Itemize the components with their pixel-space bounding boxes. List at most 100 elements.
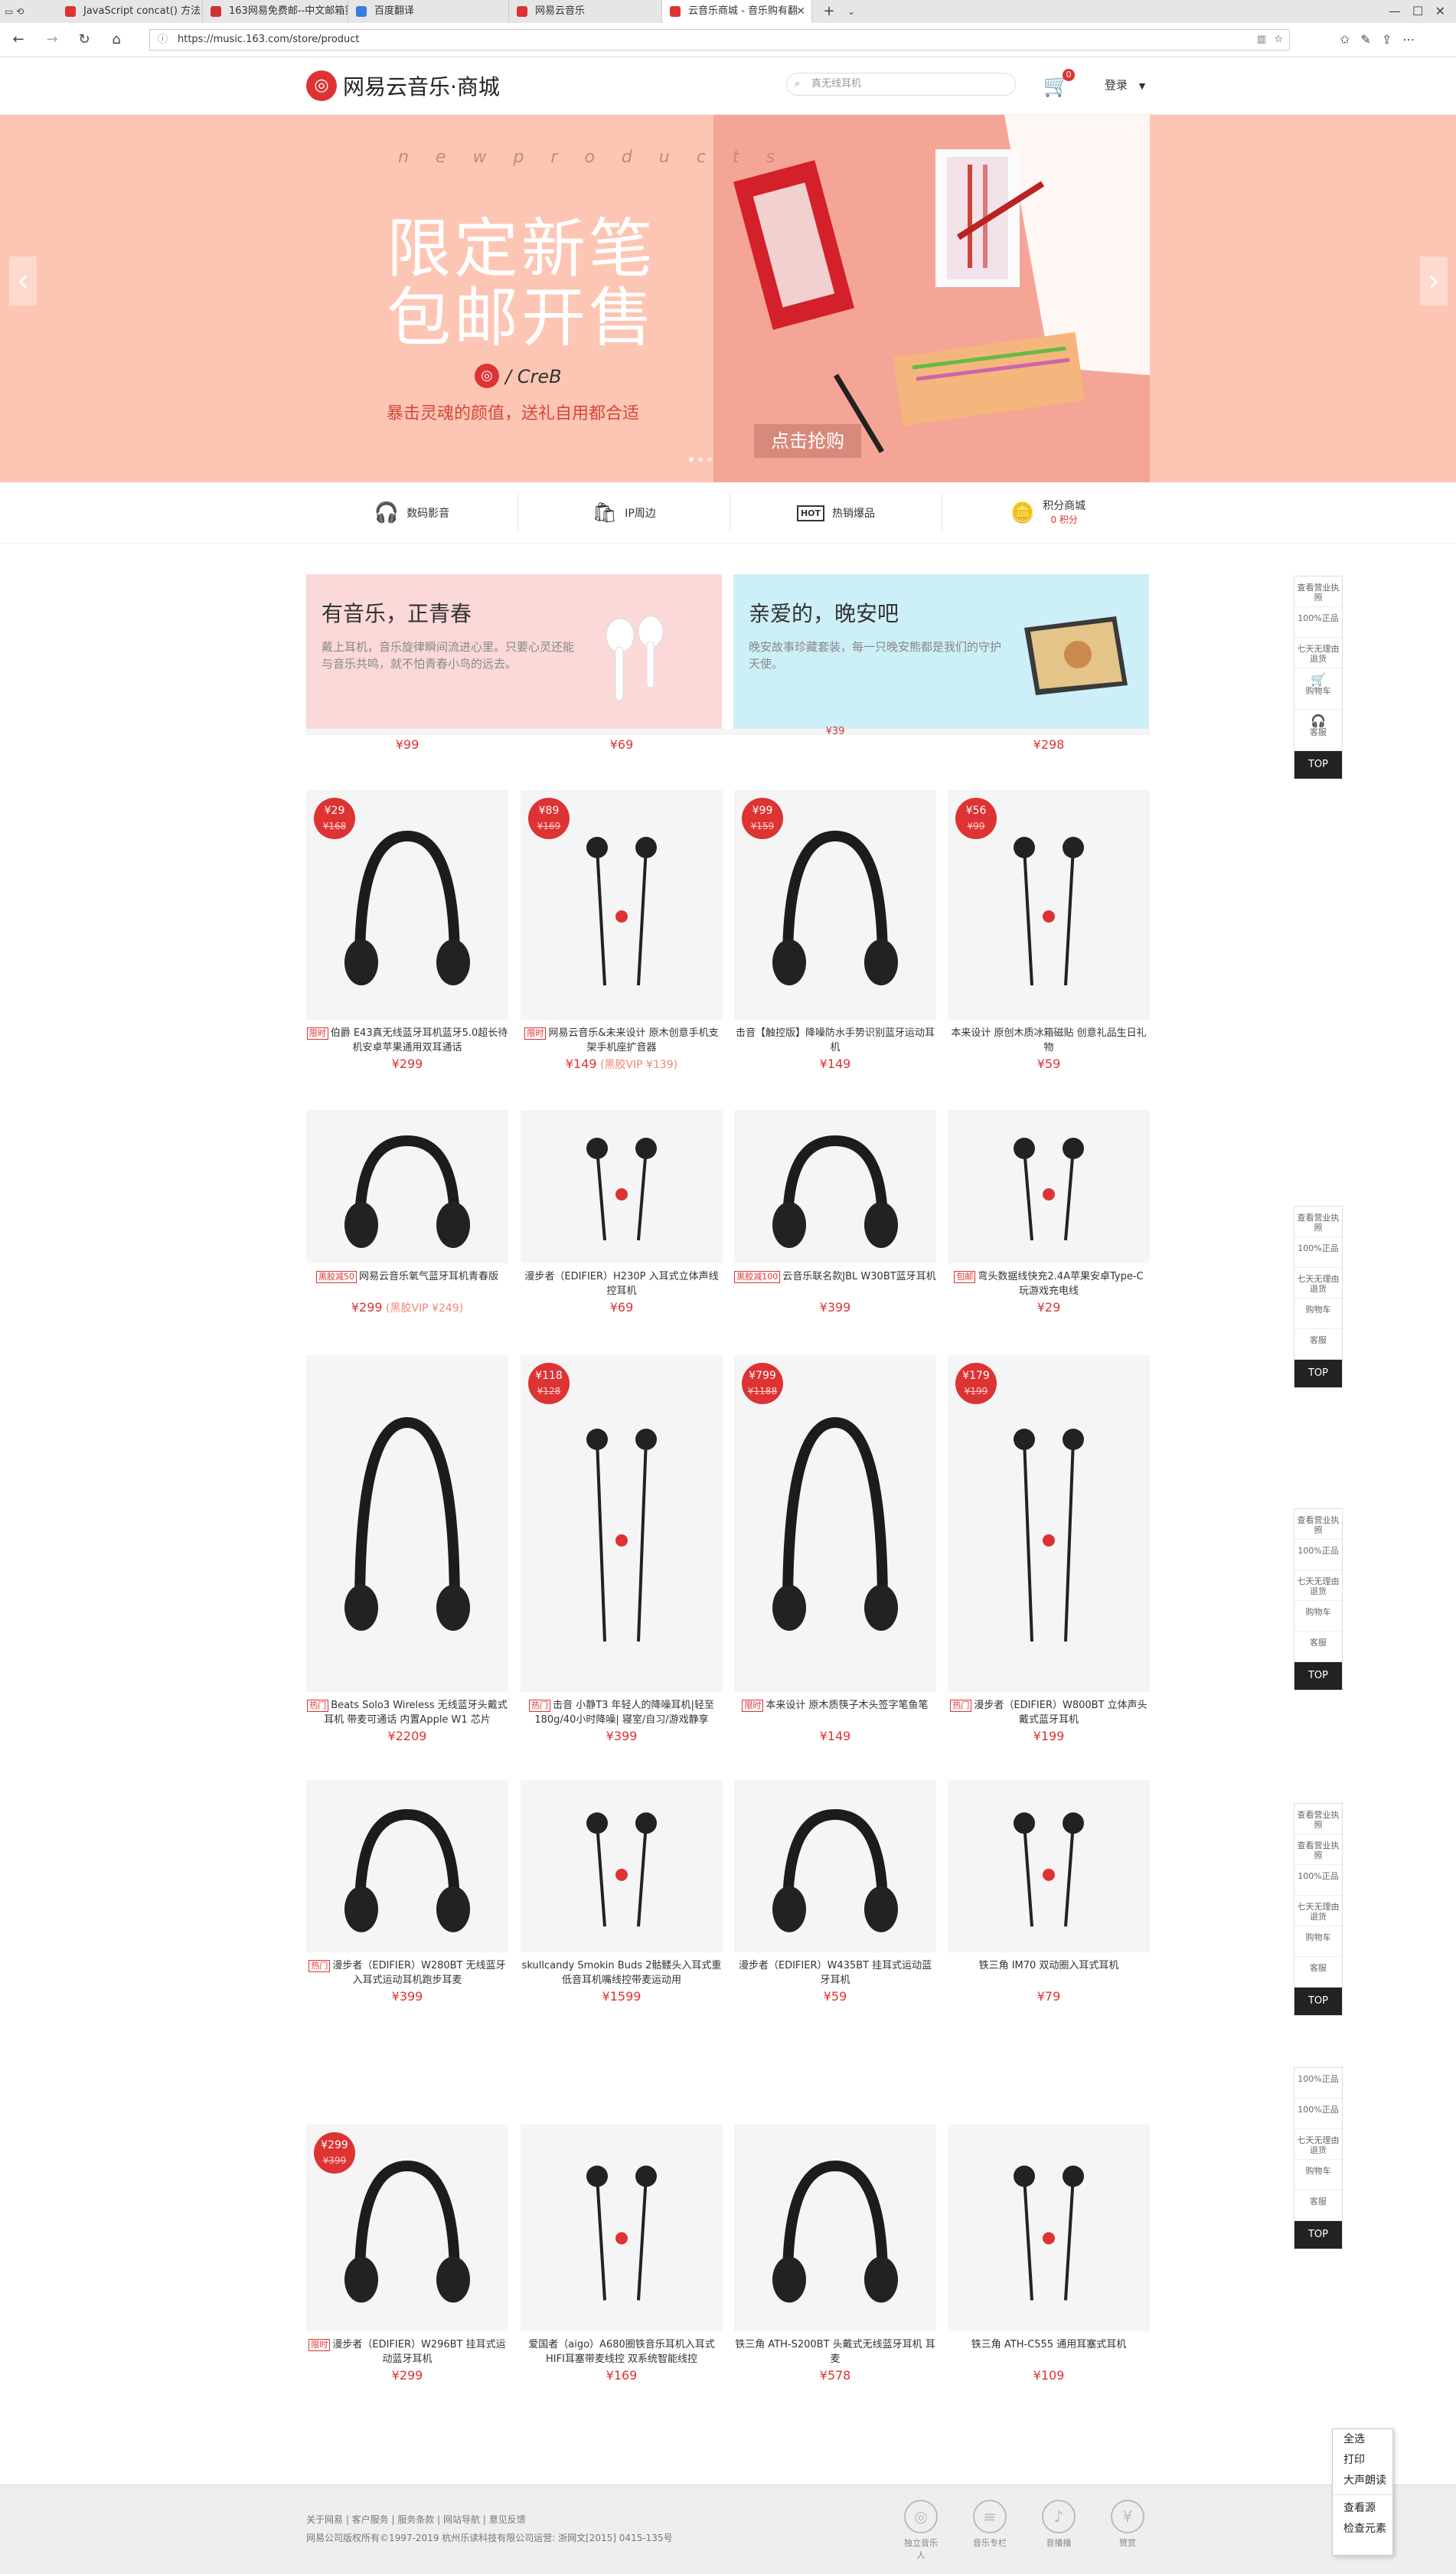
search-input[interactable]: ⌕ 真无线耳机 [786,73,1016,96]
home-icon[interactable]: ⌂ [107,31,126,49]
sidebar-cart-button[interactable]: 购物车 [1294,1298,1342,1329]
return-policy-link[interactable]: 七天无理由退货 [1294,1896,1342,1926]
footer-links[interactable]: 关于网易 | 客户服务 | 服务条款 | 网站导航 | 意见反馈 [306,2513,526,2526]
product-title[interactable]: 限时 本来设计 原木质筷子木头签字笔鱼笔 [734,1698,936,1713]
sidebar-cart-button[interactable]: 购物车 [1294,1601,1342,1632]
product-card[interactable] [306,1355,508,1692]
ctx-read-aloud[interactable]: 大声朗读 [1333,2471,1392,2491]
category-digital[interactable]: 🎧 数码影音 [306,482,517,544]
banner-next-arrow[interactable]: › [1420,256,1448,305]
tab-controls-icon[interactable]: ▭ ⟲ [5,5,51,18]
product-card[interactable]: ¥99 ¥159 [734,790,936,1020]
tab-4[interactable]: 网易云音乐 [509,0,662,23]
footer-column-link[interactable]: ≡ 音乐专栏 [971,2500,1009,2549]
category-hot[interactable]: HOT 热销爆品 [730,482,942,544]
footer-mic-link[interactable]: ♪ 音播播 [1040,2500,1078,2549]
sidebar-cart-button[interactable]: 购物车 [1294,1926,1342,1957]
customer-service-button[interactable]: 客服 [1294,1329,1342,1360]
product-title[interactable]: 铁三角 IM70 双动圈入耳式耳机 [948,1958,1150,1973]
sidebar-cart-button[interactable]: 🛒 购物车 [1294,668,1342,710]
product-title[interactable]: 铁三角 ATH-S200BT 头戴式无线蓝牙耳机 耳麦 [734,2337,936,2367]
product-card[interactable]: ¥799 ¥1188 [734,1355,936,1692]
reading-view-icon[interactable]: ▥ [1257,30,1266,50]
ctx-view-source[interactable]: 查看源 [1333,2498,1392,2519]
product-title[interactable]: 漫步者（EDIFIER）H230P 入耳式立体声线控耳机 [521,1269,723,1298]
category-ip[interactable]: 🛍 IP周边 [518,482,730,544]
login-button[interactable]: 登录 ▼ [1105,77,1145,93]
back-to-top-button[interactable]: TOP [1294,1988,1342,2015]
tab-list-icon[interactable]: ⌄ [842,0,860,23]
customer-service-button[interactable]: 客服 [1294,2190,1342,2221]
product-title[interactable]: 热门 漫步者（EDIFIER）W800BT 立体声头戴式蓝牙耳机 [948,1698,1150,1727]
license-link[interactable]: 查看营业执照 [1294,577,1342,607]
product-card[interactable] [734,2125,936,2331]
tab-2[interactable]: 163网易免费邮--中文邮箱第 [203,0,348,23]
product-card[interactable] [948,2125,1150,2331]
product-card[interactable]: ¥179 ¥199 [948,1355,1150,1692]
buy-now-button[interactable]: 点击抢购 [754,424,861,458]
url-input[interactable]: ⓘ https://music.163.com/store/product ▥ … [149,29,1290,51]
product-card[interactable]: ¥299 ¥399 [306,2125,508,2331]
product-title[interactable]: 热门 漫步者（EDIFIER）W280BT 无线蓝牙入耳式运动耳机跑步耳麦 [306,1958,508,1988]
customer-service-button[interactable]: 客服 [1294,1957,1342,1988]
product-title[interactable]: 热门 击音 小静T3 年轻人的降噪耳机|轻至180g/40小时降噪| 寝室/自习/… [521,1698,723,1727]
return-policy-link[interactable]: 七天无理由退货 [1294,638,1342,668]
product-card[interactable] [948,1780,1150,1952]
tab-1[interactable]: JavaScript concat() 方法 [57,0,203,23]
back-to-top-button[interactable]: TOP [1294,1360,1342,1387]
product-title[interactable]: 黑胶减100 云音乐联名款JBL W30BT蓝牙耳机 [734,1269,936,1284]
browser-toolbar-icons[interactable]: ✩✎⇪⋯ [1340,31,1447,49]
site-logo[interactable]: ◎ 网易云音乐·商城 [306,70,500,101]
banner-prev-arrow[interactable]: ‹ [9,256,37,305]
return-policy-link[interactable]: 七天无理由退货 [1294,2129,1342,2160]
product-card[interactable] [734,1780,936,1952]
category-points[interactable]: 🪙 积分商城 0 积分 [942,482,1154,544]
product-card[interactable] [306,1780,508,1952]
product-title[interactable]: 铁三角 ATH-C555 通用耳塞式耳机 [948,2337,1150,2352]
license-link[interactable]: 查看营业执照 [1294,1834,1342,1865]
sidebar-cart-button[interactable]: 购物车 [1294,2160,1342,2190]
refresh-icon[interactable]: ↻ [75,31,93,49]
promo-youth-music[interactable]: 有音乐，正青春 戴上耳机，音乐旋律瞬间流进心里。只要心灵还能与音乐共鸣，就不怕青… [306,574,722,729]
back-to-top-button[interactable]: TOP [1294,751,1342,779]
product-title[interactable]: 漫步者（EDIFIER）W435BT 挂耳式运动蓝牙耳机 [734,1958,936,1988]
back-to-top-button[interactable]: TOP [1294,1662,1342,1690]
cart-button[interactable]: 🛒 0 [1041,69,1075,101]
product-title[interactable]: 限时 网易云音乐&未来设计 原木创意手机支架手机座扩音器 [521,1026,723,1055]
product-title[interactable]: 包邮 弯头数据线快充2.4A苹果安卓Type-C 玩游戏充电线 [948,1269,1150,1298]
product-card[interactable] [521,1780,723,1952]
back-icon[interactable]: ← [9,31,28,49]
tab-5-active[interactable]: 云音乐商城 - 音乐购有翻 ✕ [662,0,812,23]
product-card[interactable]: ¥56 ¥99 [948,790,1150,1020]
back-to-top-button[interactable]: TOP [1294,2221,1342,2249]
product-card[interactable] [521,2125,723,2331]
product-card[interactable] [734,1110,936,1263]
product-card[interactable] [521,1110,723,1263]
product-title[interactable]: 限时 漫步者（EDIFIER）W296BT 挂耳式运动蓝牙耳机 [306,2337,508,2367]
product-card[interactable] [948,1110,1150,1263]
license-link[interactable]: 查看营业执照 [1294,1207,1342,1237]
window-controls[interactable]: — ☐ ✕ [1363,0,1454,23]
footer-reward-link[interactable]: ¥ 赞赏 [1108,2500,1147,2549]
license-link[interactable]: 查看营业执照 [1294,1509,1342,1540]
banner-dots[interactable] [689,450,727,462]
ctx-print[interactable]: 打印 [1333,2450,1392,2471]
product-title[interactable]: 限时 伯爵 E43真无线蓝牙耳机蓝牙5.0超长待机安卓苹果通用双耳通话 [306,1026,508,1055]
product-card[interactable] [306,1110,508,1263]
promo-goodnight[interactable]: 亲爱的，晚安吧 晚安故事珍藏套装，每一只晚安熊都是我们的守护天使。 [733,574,1149,729]
product-title[interactable]: skullcandy Smokin Buds 2骷髅头入耳式重低音耳机嘴线控带麦… [521,1958,723,1988]
product-title[interactable]: 黑胶减50 网易云音乐氧气蓝牙耳机青春版 [306,1269,508,1284]
return-policy-link[interactable]: 七天无理由退货 [1294,1570,1342,1601]
license-link[interactable]: 查看营业执照 [1294,1804,1342,1834]
product-card[interactable]: ¥29 ¥168 [306,790,508,1020]
forward-icon[interactable]: → [43,31,61,49]
tab-3[interactable]: 百度翻译 [348,0,509,23]
product-card[interactable]: ¥118 ¥128 [521,1355,723,1692]
customer-service-button[interactable]: 🎧 客服 [1294,710,1342,751]
new-tab-icon[interactable]: + [818,0,841,23]
product-title[interactable]: 击音【触控版】降噪防水手势识别蓝牙运动耳机 [734,1026,936,1055]
favorite-star-icon[interactable]: ☆ [1274,30,1283,50]
ctx-inspect[interactable]: 检查元素 [1333,2519,1392,2540]
product-title[interactable]: 热门 Beats Solo3 Wireless 无线蓝牙头戴式耳机 带麦可通话 内… [306,1698,508,1727]
close-tab-icon[interactable]: ✕ [796,0,805,23]
